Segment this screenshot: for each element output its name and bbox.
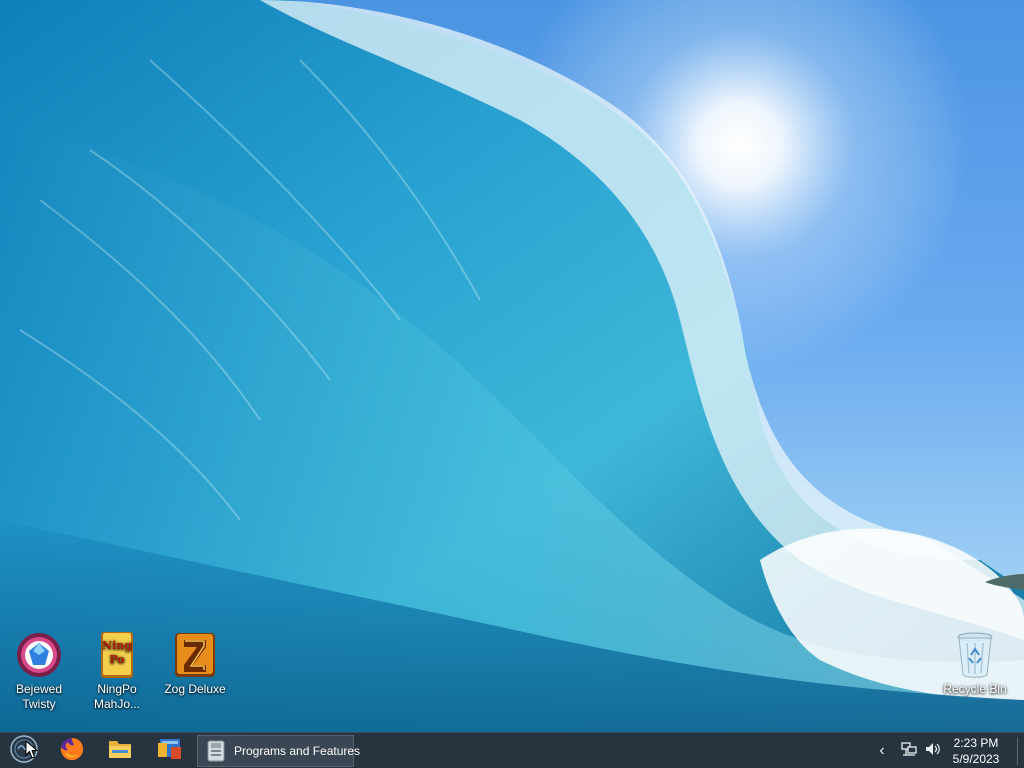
programs-features-icon <box>206 739 226 763</box>
mouse-cursor-icon <box>25 740 39 759</box>
zog-deluxe-icon <box>171 631 219 679</box>
desktop-icon-label: NingPo MahJo... <box>93 682 141 711</box>
task-label: Programs and Features <box>234 744 361 758</box>
network-icon <box>901 741 917 761</box>
chevron-left-icon: ‹ <box>879 742 885 759</box>
desktop-icon-recycle-bin[interactable]: Recycle Bin <box>938 631 1012 697</box>
desktop-icon-label: Zog Deluxe <box>164 682 226 696</box>
desktop-icon-zog-deluxe[interactable]: Zog Deluxe <box>158 631 232 697</box>
ningpo-icon-text: Ning <box>102 639 132 652</box>
start-button[interactable] <box>4 733 44 768</box>
clock-time: 2:23 PM <box>953 736 999 750</box>
desktop <box>0 0 1024 732</box>
taskbar-file-explorer-button[interactable] <box>100 733 140 768</box>
ningpo-mahjong-icon: Ning Po <box>93 631 141 679</box>
desktop-icon-ningpo-mahjong[interactable]: Ning Po NingPo MahJo... <box>80 631 154 712</box>
svg-text:Po: Po <box>109 653 124 666</box>
desktop-icon-label: Bejewed Twisty <box>15 682 63 711</box>
desktop-icon-label: Recycle Bin <box>943 682 1007 696</box>
taskbar-task-programs-and-features[interactable]: Programs and Features <box>197 735 360 767</box>
desktop-icon-bejeweled-twist[interactable]: Bejewed Twisty <box>2 631 76 712</box>
folder-icon <box>108 738 132 765</box>
show-desktop-button[interactable] <box>1017 737 1018 765</box>
bejeweled-twist-icon <box>15 631 63 679</box>
taskbar: Programs and Features ‹ 2:23 PM 5/9/2023 <box>0 732 1024 768</box>
windows-explorer-icon <box>157 737 183 766</box>
taskbar-windows-explorer-button[interactable] <box>148 733 192 768</box>
volume-icon <box>925 742 941 761</box>
wallpaper-ocean-wave <box>0 0 1024 732</box>
tray-overflow-chevron[interactable]: ‹ <box>872 733 892 768</box>
taskbar-firefox-button[interactable] <box>52 733 92 768</box>
recycle-bin-icon <box>951 631 999 679</box>
taskbar-clock[interactable]: 2:23 PM 5/9/2023 <box>940 733 1012 768</box>
firefox-icon <box>59 736 85 767</box>
clock-date: 5/9/2023 <box>952 752 1000 766</box>
tray-network-button[interactable] <box>898 733 920 768</box>
